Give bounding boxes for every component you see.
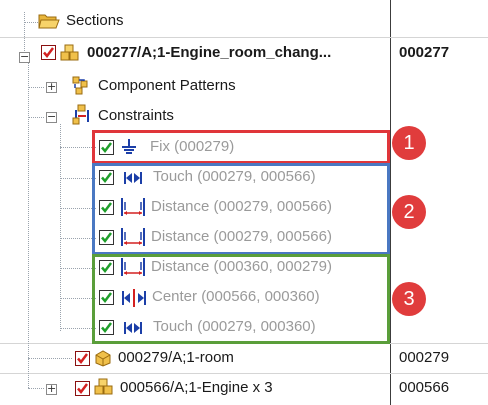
tree-line — [28, 388, 44, 389]
row-separator — [0, 37, 488, 38]
tree-line — [60, 268, 96, 269]
tree-line — [60, 208, 96, 209]
callout-badge-1: 1 — [392, 126, 426, 160]
room-label[interactable]: 000279/A;1-room — [118, 349, 234, 366]
sections-label: Sections — [66, 12, 124, 29]
tree-line — [28, 117, 44, 118]
callout-box-3 — [92, 254, 390, 344]
root-id-value: 000277 — [399, 44, 450, 61]
tree-line — [60, 238, 96, 239]
constraints-icon — [72, 104, 92, 131]
expand-engine-icon[interactable]: + — [46, 383, 57, 395]
tree-line — [28, 358, 72, 359]
room-id-value: 000279 — [399, 349, 450, 366]
callout-badge-2: 2 — [392, 195, 426, 229]
engine-id-value: 000566 — [399, 379, 450, 396]
room-checkbox[interactable] — [75, 351, 90, 366]
row-separator — [0, 373, 488, 374]
part-icon — [94, 349, 112, 372]
engine-checkbox[interactable] — [75, 381, 90, 396]
tree-line — [60, 147, 96, 148]
callout-box-1 — [92, 130, 390, 164]
collapse-constraints-icon[interactable]: − — [46, 111, 57, 123]
root-checkbox[interactable] — [41, 45, 56, 60]
component-patterns-icon — [72, 76, 92, 101]
tree-line — [60, 298, 96, 299]
tree-line — [60, 328, 96, 329]
component-patterns-label[interactable]: Component Patterns — [98, 77, 236, 94]
callout-box-2 — [92, 163, 390, 255]
expand-component-patterns-icon[interactable]: + — [46, 81, 57, 93]
assembly-icon — [60, 44, 80, 67]
collapse-root-icon[interactable]: − — [19, 51, 30, 63]
folder-open-icon — [38, 12, 60, 35]
assembly-icon — [94, 378, 114, 401]
column-separator — [390, 0, 391, 405]
callout-badge-3: 3 — [392, 282, 426, 316]
tree-line — [28, 62, 29, 388]
engine-label[interactable]: 000566/A;1-Engine x 3 — [120, 379, 273, 396]
constraints-label[interactable]: Constraints — [98, 107, 174, 124]
tree-line — [60, 124, 61, 331]
tree-line — [60, 178, 96, 179]
root-label[interactable]: 000277/A;1-Engine_room_chang... — [87, 44, 331, 61]
tree-line — [24, 22, 38, 23]
tree-line — [28, 87, 44, 88]
